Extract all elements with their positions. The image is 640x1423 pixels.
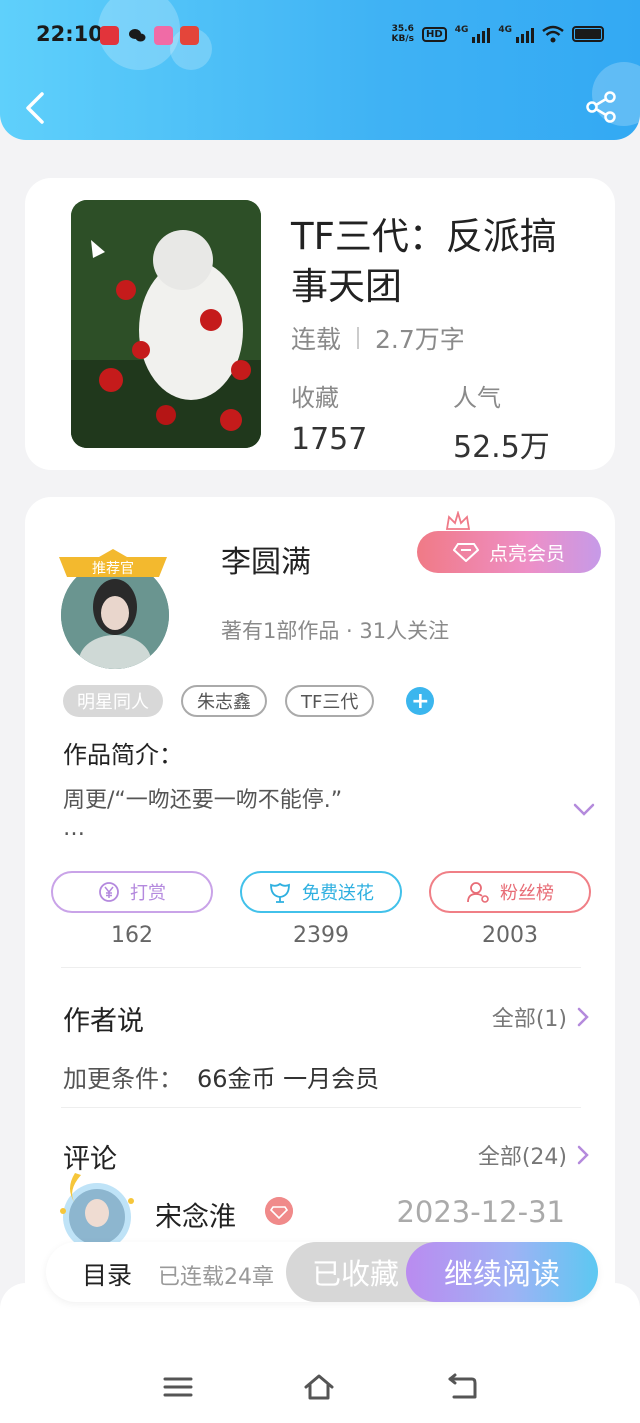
svg-text:推荐官: 推荐官 (92, 561, 134, 577)
tip-count: 162 (111, 923, 153, 948)
flower-count: 2399 (293, 923, 349, 948)
flower-icon (270, 882, 290, 903)
send-flower-button[interactable]: 免费送花 (240, 871, 402, 913)
fans-icon (467, 882, 489, 903)
serial-status: 连载 (291, 325, 342, 354)
crown-icon (445, 511, 471, 530)
chevron-right-icon (577, 1007, 589, 1027)
battery-icon (572, 26, 604, 42)
yen-icon (99, 882, 119, 902)
popularity-label: 人气 (453, 384, 501, 412)
home-icon[interactable] (303, 1373, 335, 1401)
favorites-count: 1757 (291, 422, 368, 457)
system-nav-bar (0, 1283, 640, 1423)
action-row: 打赏 162 免费送花 2399 粉丝榜 2003 (51, 871, 591, 948)
author-says-title: 作者说 (63, 1006, 144, 1037)
comments-more-link[interactable]: 全部(24) (478, 1139, 589, 1171)
activate-vip-button[interactable]: 点亮会员 (417, 531, 601, 573)
app-notification-icon (180, 26, 199, 45)
app-notification-icon (100, 26, 119, 45)
chevron-right-icon (577, 1145, 589, 1165)
camera-app-icon (154, 26, 173, 45)
comment-date: 2023-12-31 (396, 1195, 565, 1229)
signal-icon: 4G (455, 25, 491, 43)
header-bar: 22:10 35.6 KB/s HD 4G 4G (0, 0, 640, 140)
tag-list: 明星同人 朱志鑫 TF三代 + (63, 685, 435, 717)
flower-action: 免费送花 2399 (240, 871, 402, 948)
reading-action-bar: 目录 已连载24章 已收藏 继续阅读 (46, 1242, 598, 1302)
fans-rank-button[interactable]: 粉丝榜 (429, 871, 591, 913)
divider (357, 327, 360, 349)
hd-icon: HD (422, 26, 447, 42)
share-icon[interactable] (584, 90, 618, 124)
book-info-card: TF三代：反派搞事天团 连载 2.7万字 收藏 人气 1757 52.5万 (25, 178, 615, 470)
book-meta: 连载 2.7万字 (291, 320, 465, 356)
serial-chapters: 已连载24章 (158, 1265, 274, 1290)
add-tag-icon[interactable]: + (406, 687, 435, 715)
status-indicators: 35.6 KB/s HD 4G 4G (392, 24, 604, 44)
tip-action: 打赏 162 (51, 871, 213, 948)
popularity-count: 52.5万 (453, 430, 550, 465)
status-bar: 22:10 35.6 KB/s HD 4G 4G (0, 0, 640, 70)
diamond-icon (452, 543, 479, 562)
divider (61, 967, 581, 968)
wechat-icon (128, 26, 147, 45)
commenter-name[interactable]: 宋念淮 (155, 1195, 236, 1234)
net-speed: 35.6 KB/s (391, 24, 415, 44)
intro-text[interactable]: 周更/“一吻还要一吻不能停.” … (63, 787, 443, 843)
clock: 22:10 (36, 22, 103, 46)
divider (61, 1107, 581, 1108)
tag-item[interactable]: 明星同人 (63, 685, 163, 717)
favorites-label: 收藏 (291, 384, 339, 412)
vip-badge-icon (265, 1197, 293, 1225)
fans-action: 粉丝榜 2003 (429, 871, 591, 948)
signal-icon: 4G (498, 25, 534, 43)
fans-count: 2003 (482, 923, 538, 948)
author-says-more-link[interactable]: 全部(1) (492, 1001, 589, 1033)
word-count: 2.7万字 (375, 325, 465, 354)
chevron-down-icon[interactable] (573, 803, 595, 817)
intro-heading: 作品简介： (63, 741, 183, 769)
book-cover-image[interactable] (71, 200, 261, 448)
back-icon[interactable] (18, 88, 52, 128)
tag-item[interactable]: 朱志鑫 (181, 685, 267, 717)
author-stats: 著有1部作品 · 31人关注 (221, 619, 450, 643)
table-of-contents-button[interactable]: 目录 (82, 1256, 132, 1292)
tip-button[interactable]: 打赏 (51, 871, 213, 913)
back-nav-icon[interactable] (446, 1373, 478, 1401)
recommender-badge: 推荐官 (59, 549, 167, 577)
menu-icon[interactable] (162, 1373, 194, 1401)
update-condition: 加更条件： 66金币 一月会员 (63, 1065, 380, 1093)
wifi-icon (542, 25, 564, 43)
author-avatar[interactable]: 推荐官 (55, 547, 175, 669)
tag-item[interactable]: TF三代 (285, 685, 375, 717)
continue-reading-button[interactable]: 继续阅读 (406, 1242, 598, 1302)
author-name[interactable]: 李圆满 (221, 537, 311, 581)
book-title: TF三代：反派搞事天团 (291, 215, 557, 308)
